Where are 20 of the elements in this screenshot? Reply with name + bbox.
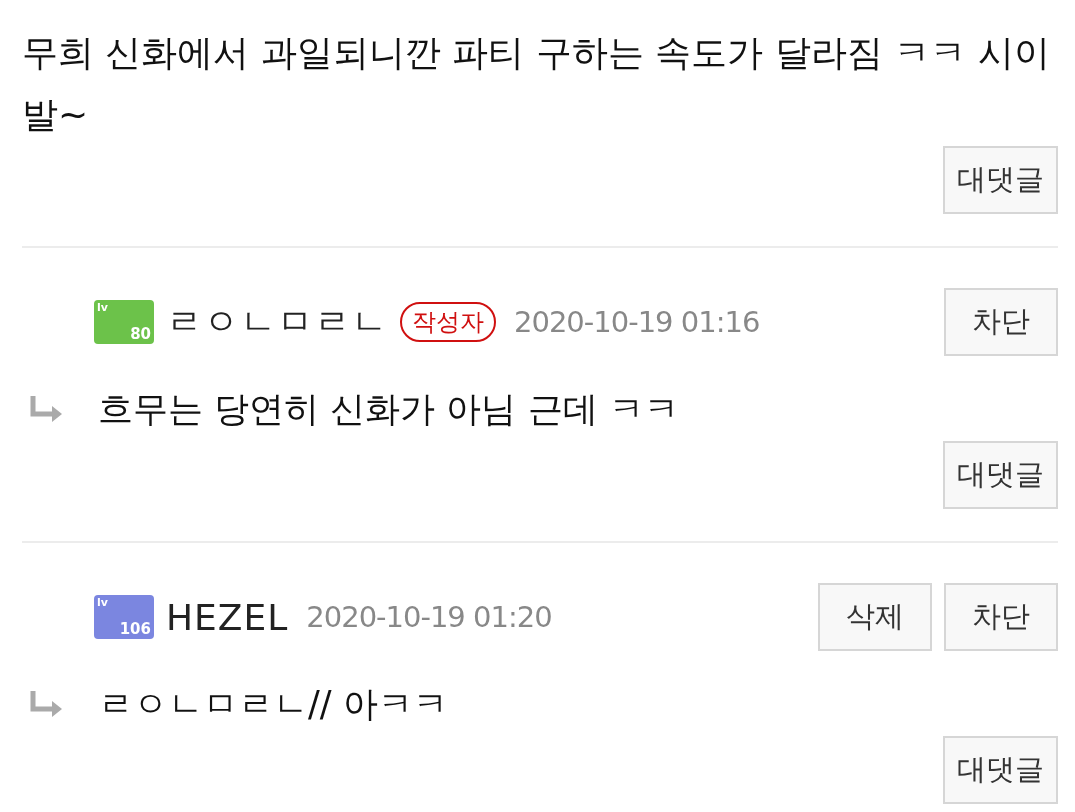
- reply-arrow-icon: [30, 690, 64, 719]
- level-label: lv: [97, 301, 109, 314]
- reply-arrow-icon: [30, 395, 64, 424]
- comment-text: 무희 신화에서 과일되니깐 파티 구하는 속도가 달라짐 ㅋㅋ 시이발~: [22, 31, 1051, 137]
- comment-date: 2020-10-19 01:20: [306, 600, 552, 634]
- level-number: 80: [130, 326, 151, 343]
- action-button[interactable]: 차단: [944, 288, 1058, 356]
- nickname[interactable]: HEZEL: [166, 596, 289, 638]
- reply-button[interactable]: 대댓글: [943, 441, 1058, 509]
- reply-button[interactable]: 대댓글: [943, 146, 1058, 214]
- reply-text: ㄹㅇㄴㅁㄹㄴ// 아ㅋㅋ: [98, 683, 448, 726]
- level-number: 106: [119, 621, 151, 638]
- author-badge: 작성자: [400, 302, 496, 342]
- nickname[interactable]: ㄹㅇㄴㅁㄹㄴ: [166, 297, 388, 347]
- comment-date: 2020-10-19 01:16: [514, 305, 760, 339]
- action-button[interactable]: 삭제: [818, 583, 932, 651]
- level-label: lv: [97, 596, 109, 609]
- reply-button[interactable]: 대댓글: [943, 736, 1058, 804]
- action-button[interactable]: 차단: [944, 583, 1058, 651]
- reply-text: 흐무는 당연히 신화가 아님 근데 ㅋㅋ: [98, 388, 679, 431]
